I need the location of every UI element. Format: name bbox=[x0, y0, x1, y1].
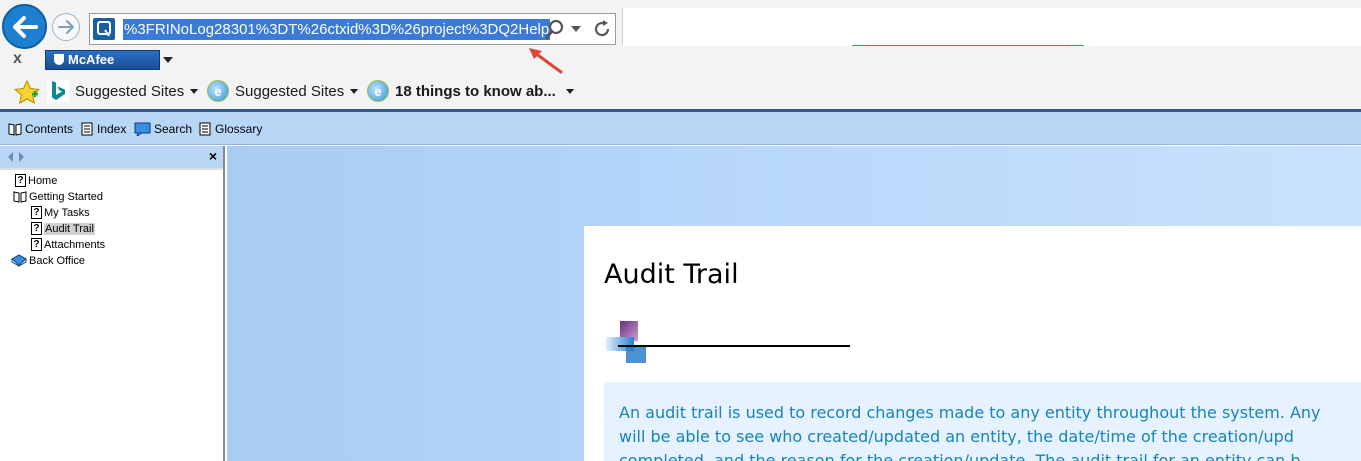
tree-item-label: Attachments bbox=[44, 238, 106, 251]
topic-document: Audit Trail An audit trail is used to re… bbox=[584, 226, 1361, 461]
mcafee-label: McAfee bbox=[68, 52, 115, 67]
favorites-bar: Suggested Sites e Suggested Sites e 18 t… bbox=[0, 76, 1361, 106]
tree-item-back-office[interactable]: Back Office bbox=[11, 253, 85, 268]
favorite-label: Suggested Sites bbox=[75, 82, 185, 100]
pane-header: × bbox=[0, 146, 223, 168]
search-icon[interactable] bbox=[545, 19, 565, 41]
glossary-icon bbox=[198, 122, 212, 136]
search-button[interactable]: Search bbox=[134, 120, 192, 138]
ie-icon: e bbox=[207, 80, 229, 102]
ie-icon: e bbox=[367, 80, 389, 102]
topic-icon: ? bbox=[31, 238, 42, 251]
page-title: Audit Trail bbox=[604, 259, 739, 290]
chevron-down-icon[interactable] bbox=[571, 26, 581, 32]
tree-item-home[interactable]: ? Home bbox=[15, 173, 57, 188]
contents-label: Contents bbox=[25, 122, 74, 136]
tree-item-label: Audit Trail bbox=[44, 222, 95, 235]
description-line: An audit trail is used to record changes… bbox=[619, 403, 1321, 422]
chevron-down-icon bbox=[565, 88, 574, 94]
back-arrow-icon bbox=[12, 15, 38, 38]
search-icon bbox=[134, 122, 151, 136]
browser-chrome: %3FRINoLog28301%3DT%26ctxid%3D%26project… bbox=[0, 0, 1361, 112]
forward-arrow-icon bbox=[58, 20, 74, 34]
chevron-down-icon bbox=[350, 88, 359, 94]
description-text: An audit trail is used to record changes… bbox=[619, 401, 1361, 461]
tree-item-label: Home bbox=[28, 174, 58, 187]
favorite-label: 18 things to know ab... bbox=[395, 82, 556, 100]
bing-icon bbox=[47, 80, 69, 102]
topic-icon: ? bbox=[31, 222, 42, 235]
help-toolbar: Contents Index Search Glossary bbox=[0, 112, 1361, 145]
back-button[interactable] bbox=[2, 4, 47, 49]
open-book-icon bbox=[13, 190, 27, 204]
closed-book-icon bbox=[11, 254, 27, 268]
book-icon bbox=[8, 122, 22, 136]
contents-button[interactable]: Contents bbox=[8, 120, 73, 138]
favorites-star-icon[interactable] bbox=[14, 80, 40, 104]
description-callout: An audit trail is used to record changes… bbox=[604, 382, 1361, 461]
tree-item-label: Getting Started bbox=[29, 190, 103, 203]
description-line: completed, and the reason for the creati… bbox=[619, 451, 1301, 461]
description-line: will be able to see who created/updated … bbox=[619, 427, 1294, 446]
tab-strip bbox=[622, 8, 1361, 46]
navigation-pane: × ? Home Getting Started ? My Tasks ? Au… bbox=[0, 146, 225, 461]
site-favicon-icon bbox=[93, 18, 115, 40]
tree-item-label: My Tasks bbox=[44, 206, 90, 219]
favorite-suggested-sites-ie[interactable]: e Suggested Sites bbox=[207, 78, 359, 104]
forward-button[interactable] bbox=[52, 13, 80, 41]
favorite-18-things[interactable]: e 18 things to know ab... bbox=[367, 78, 574, 104]
tab-indicator bbox=[852, 45, 1084, 46]
tree-item-label: Back Office bbox=[29, 254, 86, 267]
search-label: Search bbox=[154, 122, 193, 136]
pane-close-button[interactable]: × bbox=[209, 148, 217, 164]
topic-icon: ? bbox=[31, 206, 42, 219]
favorite-label: Suggested Sites bbox=[235, 82, 345, 100]
glossary-label: Glossary bbox=[215, 122, 263, 136]
close-toolbar-button[interactable]: x bbox=[13, 49, 29, 69]
favorite-suggested-sites-bing[interactable]: Suggested Sites bbox=[47, 78, 199, 104]
mcafee-dropdown-icon[interactable] bbox=[163, 57, 173, 63]
pane-divider bbox=[0, 168, 223, 170]
help-window: %3FRINoLog28301%3DT%26ctxid%3D%26project… bbox=[0, 0, 1361, 461]
refresh-icon[interactable] bbox=[591, 18, 613, 40]
index-label: Index bbox=[97, 122, 127, 136]
topic-icon: ? bbox=[15, 174, 26, 187]
tree-item-audit-trail[interactable]: ? Audit Trail bbox=[31, 221, 95, 236]
mcafee-button[interactable]: McAfee bbox=[45, 50, 160, 70]
tree-item-getting-started[interactable]: Getting Started bbox=[13, 189, 103, 204]
content-area: Audit Trail An audit trail is used to re… bbox=[227, 146, 1361, 461]
address-bar[interactable]: %3FRINoLog28301%3DT%26ctxid%3D%26project… bbox=[89, 13, 616, 45]
title-rule-graphic bbox=[606, 321, 850, 363]
mcafee-toolbar: x McAfee bbox=[0, 48, 1361, 72]
tree-item-attachments[interactable]: ? Attachments bbox=[31, 237, 105, 252]
chevron-down-icon bbox=[190, 88, 199, 94]
glossary-button[interactable]: Glossary bbox=[198, 120, 262, 138]
index-button[interactable]: Index bbox=[80, 120, 126, 138]
pane-toggle-icon[interactable] bbox=[6, 151, 26, 163]
tree-item-my-tasks[interactable]: ? My Tasks bbox=[31, 205, 90, 220]
shield-icon bbox=[54, 54, 64, 65]
index-icon bbox=[80, 122, 94, 136]
url-text[interactable]: %3FRINoLog28301%3DT%26ctxid%3D%26project… bbox=[123, 19, 551, 40]
